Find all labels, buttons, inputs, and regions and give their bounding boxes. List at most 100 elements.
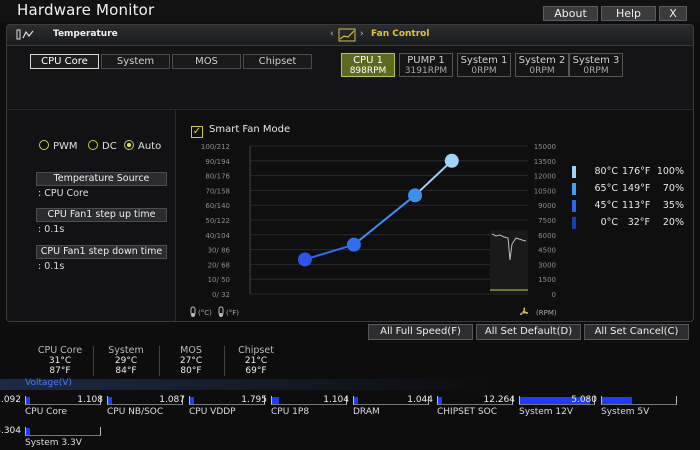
legend-percent: 70%: [662, 183, 684, 194]
fan-curve-chart[interactable]: 100/212 1500090/194 1350080/176 1200070/158…: [176, 110, 694, 322]
summary-celsius: 31°C: [48, 356, 72, 366]
voltage-fill: [602, 397, 632, 404]
voltage-value: 1.044: [407, 395, 433, 405]
curve-point[interactable]: [444, 153, 459, 168]
y-right-tick-label: 6000: [538, 232, 556, 240]
temperature-source-button[interactable]: Temperature Source: [36, 172, 167, 186]
voltage-value: 1.087: [159, 395, 185, 405]
y-right-tick-label: 3000: [538, 261, 556, 269]
curve-point[interactable]: [297, 252, 312, 267]
summary-fahrenheit: 84°F: [115, 366, 137, 376]
summary-celsius: 21°C: [244, 356, 268, 366]
step-up-time-button[interactable]: CPU Fan1 step up time: [36, 208, 167, 222]
voltage-value: 5.080: [571, 395, 597, 405]
voltage-name: DRAM: [353, 407, 380, 417]
voltage-value: 12.264: [483, 395, 516, 405]
y-left-tick-label: 100/212: [201, 143, 230, 151]
voltage-value: 1.104: [323, 395, 349, 405]
y-right-tick-label: 12000: [534, 173, 556, 181]
curve-point[interactable]: [346, 237, 361, 252]
tab-chipset[interactable]: Chipset: [243, 54, 312, 69]
fan-button-cpu1[interactable]: CPU 1 898RPM: [341, 53, 395, 77]
summary-label: System: [108, 345, 144, 356]
fan-button-system1[interactable]: System 1 0RPM: [457, 53, 511, 77]
fan-settings-panel: PWM DC Auto Temperature Source : CPU Cor…: [7, 109, 175, 321]
legend-percent: 100%: [656, 166, 684, 177]
radio-label: PWM: [53, 141, 78, 152]
y-left-tick-label: 90/194: [205, 158, 230, 166]
chevron-left-icon[interactable]: ‹: [330, 29, 334, 39]
summary-celsius: 27°C: [179, 356, 203, 366]
voltage-fill: [26, 428, 30, 435]
curve-point[interactable]: [408, 188, 423, 203]
radio-auto[interactable]: Auto: [124, 140, 161, 152]
voltage-value: 3.304: [0, 426, 21, 436]
title-bar: Hardware Monitor About Help X: [0, 0, 700, 22]
fan-rpm: 0RPM: [529, 66, 555, 76]
app-title: Hardware Monitor: [17, 1, 155, 19]
radio-label: Auto: [138, 141, 162, 152]
step-down-time-button[interactable]: CPU Fan1 step down time: [36, 245, 167, 259]
tab-cpu-core[interactable]: CPU Core: [30, 54, 99, 69]
close-button[interactable]: X: [659, 6, 687, 21]
voltage-fill: [26, 397, 30, 404]
fan-name: PUMP 1: [407, 55, 445, 66]
fan-button-pump1[interactable]: PUMP 1 3191RPM: [399, 53, 453, 77]
fan-rpm: 898RPM: [349, 66, 387, 76]
fan-control-icon: [338, 28, 356, 42]
voltage-value: 1.795: [241, 395, 267, 405]
voltage-fill: [354, 397, 358, 404]
y-right-tick-label: 15000: [534, 143, 556, 151]
voltage-name: CPU Core: [25, 407, 67, 417]
legend-color-bar: [572, 217, 576, 229]
radio-pwm[interactable]: PWM: [39, 140, 78, 152]
temp-summary-system: System 29°C 84°F: [96, 345, 156, 377]
thermometer-chart-icon: [16, 29, 34, 40]
y-right-tick-label: 10500: [534, 187, 556, 195]
fan-name: System 1: [460, 55, 508, 66]
voltage-fill: [438, 397, 442, 404]
y-right-tick-label: 7500: [538, 217, 556, 225]
voltage-fill: [190, 397, 194, 404]
help-button[interactable]: Help: [601, 6, 656, 21]
summary-celsius: 29°C: [114, 356, 138, 366]
all-set-default-button[interactable]: All Set Default(D): [476, 324, 581, 340]
all-set-cancel-button[interactable]: All Set Cancel(C): [584, 324, 689, 340]
legend-celsius: 65°C: [594, 183, 618, 194]
thermometer-icon: [218, 306, 224, 317]
all-full-speed-button[interactable]: All Full Speed(F): [368, 324, 473, 340]
fahrenheit-unit-label: (°F): [226, 309, 239, 317]
tab-mos[interactable]: MOS: [172, 54, 241, 69]
voltage-title: Voltage(V): [25, 378, 72, 388]
summary-fahrenheit: 69°F: [245, 366, 267, 376]
y-left-tick-label: 0/ 32: [212, 291, 230, 299]
legend-percent: 20%: [662, 217, 684, 228]
about-button[interactable]: About: [543, 6, 598, 21]
tab-system[interactable]: System: [101, 54, 170, 69]
fan-icon: [520, 307, 529, 315]
chevron-right-icon[interactable]: ›: [360, 29, 364, 39]
y-right-tick-label: 1500: [538, 276, 556, 284]
legend-fahrenheit: 32°F: [627, 217, 650, 228]
summary-fahrenheit: 80°F: [180, 366, 202, 376]
voltage-name: CHIPSET SOC: [437, 407, 497, 417]
y-left-tick-label: 80/176: [205, 173, 230, 181]
voltage-name: System 3.3V: [25, 438, 82, 448]
fan-button-system2[interactable]: System 2 0RPM: [515, 53, 569, 77]
legend-percent: 35%: [662, 200, 684, 211]
voltage-name: CPU VDDP: [189, 407, 236, 417]
curve-segment: [304, 243, 355, 261]
legend-color-bar: [572, 183, 576, 195]
rpm-unit-label: (RPM): [536, 309, 557, 317]
radio-dc[interactable]: DC: [88, 140, 117, 152]
legend-fahrenheit: 149°F: [622, 183, 651, 194]
y-left-tick-label: 10/ 50: [208, 276, 230, 284]
fan-control-header: ‹ › Fan Control: [327, 25, 693, 46]
temp-summary-mos: MOS 27°C 80°F: [161, 345, 221, 377]
radio-dot: [39, 140, 49, 150]
temperature-source-value: : CPU Core: [38, 188, 89, 199]
summary-label: MOS: [180, 345, 202, 356]
temperature-header: Temperature: [7, 25, 327, 46]
fan-button-system3[interactable]: System 3 0RPM: [569, 53, 623, 77]
y-left-tick-label: 60/140: [205, 202, 230, 210]
